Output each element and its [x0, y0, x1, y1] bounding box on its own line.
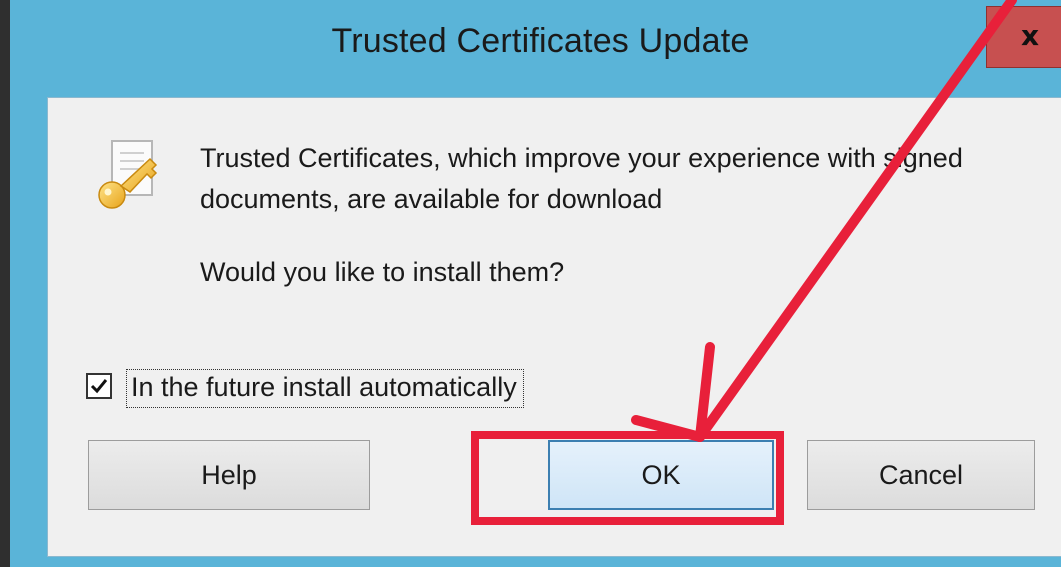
auto-install-label[interactable]: In the future install automatically: [126, 369, 524, 408]
dialog-title: Trusted Certificates Update: [331, 22, 750, 60]
dialog-window: Trusted Certificates Update x Trusted Ce…: [0, 0, 1061, 567]
checkmark-icon: [90, 379, 108, 394]
screenshot-stage: Trusted Certificates Update x Trusted Ce…: [0, 0, 1061, 567]
close-icon: x: [1020, 19, 1040, 52]
ok-button[interactable]: OK: [548, 440, 774, 510]
dialog-question: Would you like to install them?: [200, 257, 565, 287]
dialog-message: Trusted Certificates, which improve your…: [200, 143, 963, 214]
cancel-button[interactable]: Cancel: [807, 440, 1035, 510]
auto-install-checkbox[interactable]: [86, 373, 112, 399]
close-button[interactable]: x: [986, 6, 1061, 68]
help-button[interactable]: Help: [88, 440, 370, 510]
certificate-key-icon: [98, 140, 158, 209]
